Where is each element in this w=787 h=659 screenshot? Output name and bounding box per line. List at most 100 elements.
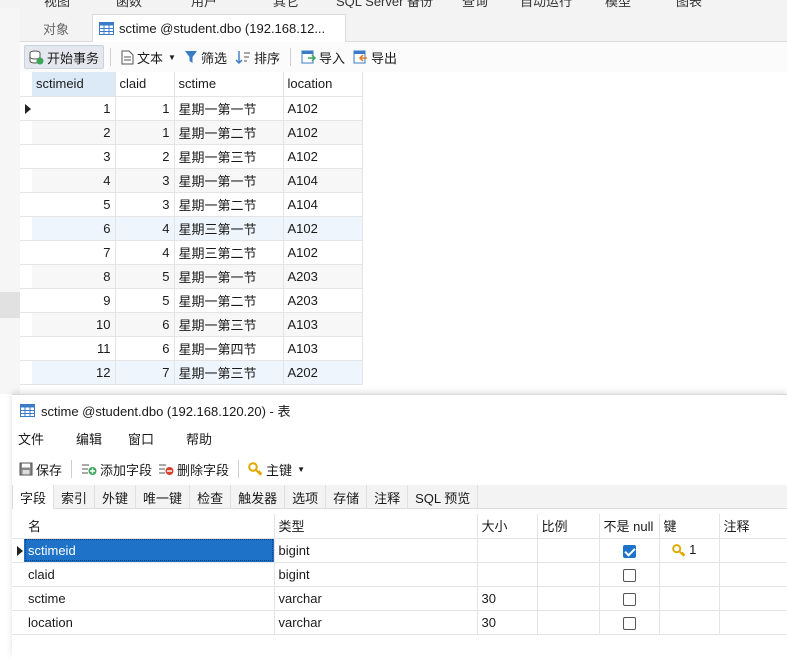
cell-location[interactable]: A203 — [283, 288, 363, 313]
sort-button[interactable]: 排序 — [231, 45, 284, 69]
cell-sctimeid[interactable]: 12 — [32, 360, 116, 385]
cell-sctimeid[interactable]: 10 — [32, 312, 116, 337]
cell-sctimeid[interactable]: 6 — [32, 216, 116, 241]
tab-comment[interactable]: 注释 — [367, 485, 409, 509]
not-null-checkbox[interactable] — [622, 592, 636, 606]
cell-claid[interactable]: 1 — [115, 96, 175, 121]
not-null-checkbox[interactable] — [622, 544, 636, 558]
cell-sctime[interactable]: 星期一第三节 — [174, 312, 284, 337]
column-header-sctimeid[interactable]: sctimeid — [32, 72, 116, 97]
cell-sctime[interactable]: 星期一第四节 — [174, 336, 284, 361]
field-size-cell[interactable] — [477, 562, 538, 587]
save-button[interactable]: 保存 — [16, 457, 65, 481]
delete-field-button[interactable]: 删除字段 — [155, 457, 232, 481]
menu-edit[interactable]: 编辑 — [70, 429, 122, 448]
cell-sctime[interactable]: 星期一第一节 — [174, 264, 284, 289]
cell-location[interactable]: A103 — [283, 312, 363, 337]
cell-location[interactable]: A102 — [283, 96, 363, 121]
field-scale-cell[interactable] — [537, 610, 600, 635]
chevron-down-icon[interactable]: ▼ — [168, 53, 176, 62]
column-header-name[interactable]: 名 — [24, 514, 275, 539]
tab-fields[interactable]: 字段 — [12, 485, 55, 509]
menu-item-automation[interactable]: 自动运行 — [520, 0, 572, 8]
column-header-size[interactable]: 大小 — [477, 514, 538, 539]
field-scale-cell[interactable] — [537, 562, 600, 587]
menu-help[interactable]: 帮助 — [180, 429, 218, 448]
cell-sctimeid[interactable]: 2 — [32, 120, 116, 145]
tab-triggers[interactable]: 触发器 — [231, 485, 286, 509]
column-header-claid[interactable]: claid — [115, 72, 175, 97]
tab-storage[interactable]: 存储 — [326, 485, 368, 509]
cell-sctimeid[interactable]: 8 — [32, 264, 116, 289]
column-header-scale[interactable]: 比例 — [537, 514, 600, 539]
cell-location[interactable]: A102 — [283, 144, 363, 169]
cell-claid[interactable]: 3 — [115, 192, 175, 217]
cell-sctime[interactable]: 星期一第二节 — [174, 120, 284, 145]
cell-sctimeid[interactable]: 9 — [32, 288, 116, 313]
column-header-key[interactable]: 键 — [659, 514, 720, 539]
cell-sctime[interactable]: 星期三第二节 — [174, 240, 284, 265]
menu-item-sqlserver-backup[interactable]: SQL Server 备份 — [336, 0, 433, 8]
field-type-cell[interactable]: varchar — [274, 586, 478, 611]
cell-location[interactable]: A202 — [283, 360, 363, 385]
field-row[interactable]: sctime varchar 30 — [12, 586, 787, 611]
tab-indexes[interactable]: 索引 — [54, 485, 96, 509]
export-button[interactable]: 导出 — [349, 45, 401, 69]
cell-claid[interactable]: 3 — [115, 168, 175, 193]
field-type-cell[interactable]: bigint — [274, 562, 478, 587]
cell-claid[interactable]: 2 — [115, 144, 175, 169]
designer-title-bar[interactable]: sctime @student.dbo (192.168.120.20) - 表 — [12, 395, 787, 425]
add-field-button[interactable]: 添加字段 — [78, 457, 155, 481]
cell-sctimeid[interactable]: 5 — [32, 192, 116, 217]
field-key-cell[interactable] — [659, 562, 720, 587]
field-row[interactable]: location varchar 30 — [12, 610, 787, 635]
tab-unique-keys[interactable]: 唯一键 — [136, 485, 191, 509]
table-row[interactable]: 11 6 星期一第四节 A103 — [20, 336, 363, 361]
field-comment-cell[interactable] — [719, 562, 787, 587]
field-comment-cell[interactable] — [719, 586, 787, 611]
column-header-comment[interactable]: 注释 — [719, 514, 787, 539]
tab-sctime[interactable]: sctime @student.dbo (192.168.12... — [92, 14, 346, 42]
field-type-cell[interactable]: varchar — [274, 610, 478, 635]
cell-claid[interactable]: 6 — [115, 336, 175, 361]
field-scale-cell[interactable] — [537, 586, 600, 611]
navigator-selected-item[interactable] — [0, 292, 20, 318]
table-row[interactable]: 5 3 星期一第二节 A104 — [20, 192, 363, 217]
tab-checks[interactable]: 检查 — [190, 485, 232, 509]
cell-claid[interactable]: 6 — [115, 312, 175, 337]
table-row[interactable]: 3 2 星期一第三节 A102 — [20, 144, 363, 169]
menu-file[interactable]: 文件 — [12, 429, 70, 448]
field-size-cell[interactable]: 30 — [477, 610, 538, 635]
tab-objects[interactable]: 对象 — [20, 14, 92, 42]
begin-transaction-button[interactable]: 开始事务 — [24, 45, 105, 69]
cell-sctime[interactable]: 星期一第一节 — [174, 96, 284, 121]
cell-sctimeid[interactable]: 7 — [32, 240, 116, 265]
cell-location[interactable]: A104 — [283, 192, 363, 217]
cell-location[interactable]: A102 — [283, 120, 363, 145]
field-key-cell[interactable] — [659, 610, 720, 635]
import-button[interactable]: 导入 — [297, 45, 349, 69]
cell-sctime[interactable]: 星期一第三节 — [174, 360, 284, 385]
field-size-cell[interactable]: 30 — [477, 586, 538, 611]
cell-sctime[interactable]: 星期一第二节 — [174, 192, 284, 217]
primary-key-button[interactable]: 主键 ▼ — [245, 457, 308, 481]
menu-item-query[interactable]: 查询 — [462, 0, 488, 8]
cell-sctimeid[interactable]: 4 — [32, 168, 116, 193]
cell-sctime[interactable]: 星期一第二节 — [174, 288, 284, 313]
field-name-cell[interactable]: sctime — [24, 586, 275, 611]
tab-options[interactable]: 选项 — [285, 485, 327, 509]
chevron-down-icon[interactable]: ▼ — [297, 465, 305, 474]
tab-foreign-keys[interactable]: 外键 — [95, 485, 137, 509]
table-row[interactable]: 12 7 星期一第三节 A202 — [20, 360, 363, 385]
menu-item-other[interactable]: 其它 — [273, 0, 299, 8]
field-row[interactable]: sctimeid bigint 1 — [12, 538, 787, 563]
table-row[interactable]: 7 4 星期三第二节 A102 — [20, 240, 363, 265]
table-row[interactable]: 6 4 星期三第一节 A102 — [20, 216, 363, 241]
cell-claid[interactable]: 4 — [115, 240, 175, 265]
column-header-type[interactable]: 类型 — [274, 514, 478, 539]
cell-claid[interactable]: 4 — [115, 216, 175, 241]
table-row[interactable]: 1 1 星期一第一节 A102 — [20, 96, 363, 121]
field-name-cell[interactable]: sctimeid — [24, 538, 275, 563]
cell-sctime[interactable]: 星期三第一节 — [174, 216, 284, 241]
cell-location[interactable]: A203 — [283, 264, 363, 289]
